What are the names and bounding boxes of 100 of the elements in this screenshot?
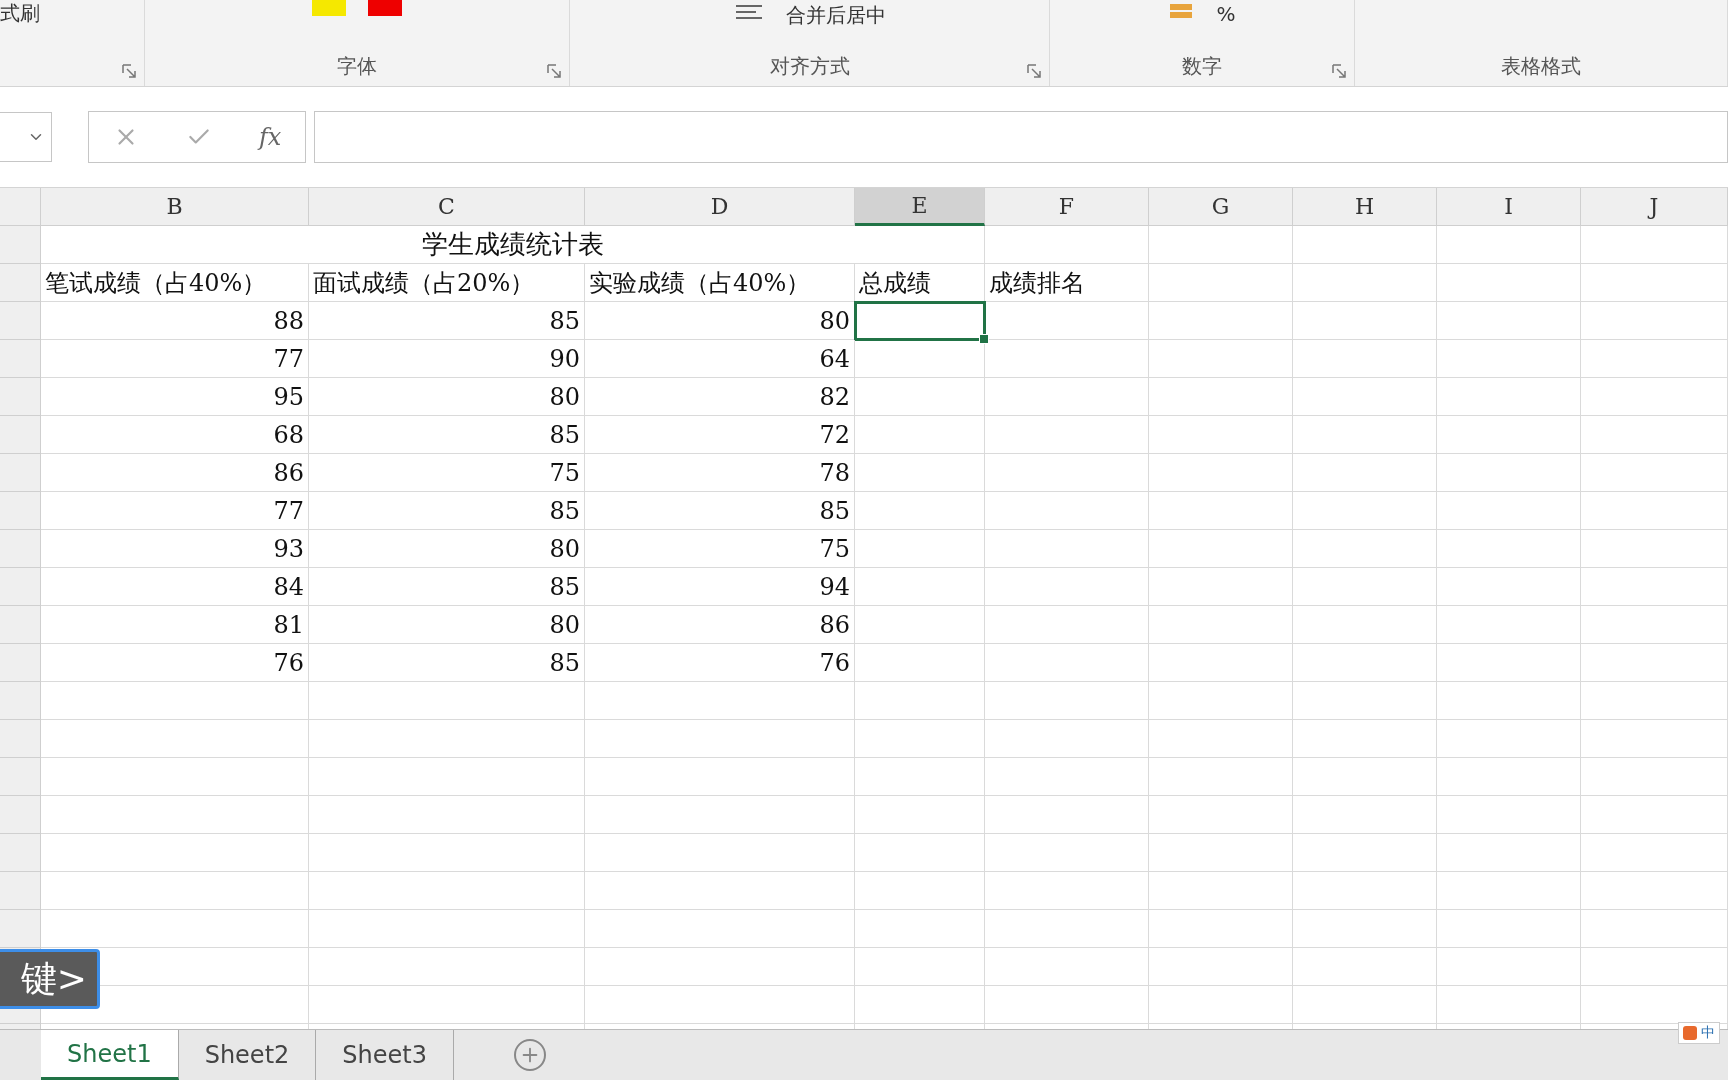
grid-cell[interactable] xyxy=(1437,568,1581,606)
add-sheet-button[interactable] xyxy=(513,1039,546,1071)
grid-cell[interactable] xyxy=(855,910,985,948)
grid-cell[interactable] xyxy=(1581,606,1728,644)
grid-cell[interactable] xyxy=(1437,644,1581,682)
grid-cell[interactable] xyxy=(1437,910,1581,948)
grid-cell[interactable] xyxy=(1149,530,1293,568)
grid-cell[interactable] xyxy=(1293,568,1437,606)
grid-cell[interactable] xyxy=(855,834,985,872)
grid-cell[interactable] xyxy=(1149,340,1293,378)
grid-cell[interactable] xyxy=(985,910,1149,948)
grid-cell[interactable] xyxy=(855,720,985,758)
font-color-icon[interactable] xyxy=(368,0,402,16)
fill-color-icon[interactable] xyxy=(312,0,346,16)
grid-cell[interactable] xyxy=(1437,720,1581,758)
grid-cell[interactable] xyxy=(855,644,985,682)
grid-cell[interactable] xyxy=(309,758,585,796)
grid-cell[interactable] xyxy=(1293,264,1437,302)
grid-cell[interactable] xyxy=(1581,416,1728,454)
grid-cell[interactable] xyxy=(41,910,309,948)
grid-cell[interactable] xyxy=(1581,720,1728,758)
grid-cell[interactable] xyxy=(985,948,1149,986)
grid-cell[interactable] xyxy=(985,644,1149,682)
grid-cell[interactable] xyxy=(985,226,1149,264)
formula-input[interactable] xyxy=(314,111,1728,163)
grid-cell[interactable] xyxy=(985,682,1149,720)
grid-cell[interactable] xyxy=(985,872,1149,910)
grid-cell[interactable] xyxy=(855,606,985,644)
grid-cell[interactable] xyxy=(985,758,1149,796)
grid-cell[interactable] xyxy=(1581,530,1728,568)
grid-cell[interactable] xyxy=(1581,492,1728,530)
grid-cell[interactable] xyxy=(585,872,855,910)
grid-cell[interactable] xyxy=(1293,720,1437,758)
grid-cell[interactable] xyxy=(585,758,855,796)
grid-cell[interactable] xyxy=(1149,682,1293,720)
grid-cell[interactable] xyxy=(1437,264,1581,302)
row-header[interactable] xyxy=(0,340,41,378)
grid-cell[interactable] xyxy=(1437,682,1581,720)
grid-cell[interactable] xyxy=(585,720,855,758)
column-header[interactable]: B xyxy=(41,188,309,226)
row-header[interactable] xyxy=(0,720,41,758)
grid-cell[interactable] xyxy=(1293,796,1437,834)
grid-cell[interactable] xyxy=(855,568,985,606)
grid-cell[interactable] xyxy=(1581,910,1728,948)
column-header[interactable]: C xyxy=(309,188,585,226)
grid-cell[interactable] xyxy=(1149,758,1293,796)
row-header[interactable] xyxy=(0,226,41,264)
column-header[interactable]: H xyxy=(1293,188,1437,226)
grid-cell[interactable] xyxy=(985,416,1149,454)
grid-cell[interactable] xyxy=(41,720,309,758)
grid-cell[interactable] xyxy=(985,568,1149,606)
grid-cell[interactable] xyxy=(985,378,1149,416)
grid-cell[interactable] xyxy=(1149,606,1293,644)
row-header[interactable] xyxy=(0,910,41,948)
grid-cell[interactable] xyxy=(1581,758,1728,796)
grid-cell[interactable] xyxy=(985,530,1149,568)
grid-cell[interactable] xyxy=(1149,416,1293,454)
format-painter-button[interactable]: 式刷 xyxy=(0,0,40,27)
grid-cell[interactable] xyxy=(1149,796,1293,834)
grid-cell[interactable] xyxy=(309,834,585,872)
merge-center-button[interactable]: 合并后居中 xyxy=(785,2,886,29)
grid-cell[interactable] xyxy=(1149,302,1293,340)
column-header[interactable]: D xyxy=(585,188,855,226)
grid-cell[interactable] xyxy=(1293,834,1437,872)
grid-cell[interactable] xyxy=(585,910,855,948)
grid-cell[interactable] xyxy=(585,796,855,834)
grid-cell[interactable] xyxy=(1581,872,1728,910)
grid-cell[interactable] xyxy=(1149,492,1293,530)
grid-cell[interactable] xyxy=(41,682,309,720)
grid-cell[interactable] xyxy=(985,720,1149,758)
grid-cell[interactable] xyxy=(1293,682,1437,720)
grid-cell[interactable] xyxy=(1437,758,1581,796)
row-header[interactable] xyxy=(0,492,41,530)
grid-cell[interactable] xyxy=(985,606,1149,644)
grid-cell[interactable] xyxy=(1293,530,1437,568)
grid-cell[interactable] xyxy=(1581,834,1728,872)
grid-cell[interactable] xyxy=(1149,264,1293,302)
grid-cell[interactable] xyxy=(1437,454,1581,492)
sheet-tab[interactable]: Sheet3 xyxy=(316,1030,454,1080)
grid-cell[interactable] xyxy=(309,872,585,910)
sheet-tab[interactable]: Sheet1 xyxy=(41,1030,179,1080)
row-header[interactable] xyxy=(0,644,41,682)
grid-cell[interactable] xyxy=(309,796,585,834)
dialog-launcher-icon[interactable] xyxy=(122,64,136,78)
grid-cell[interactable] xyxy=(985,340,1149,378)
grid-cell[interactable] xyxy=(1293,948,1437,986)
grid-cell[interactable] xyxy=(1437,302,1581,340)
grid-cell[interactable] xyxy=(855,416,985,454)
select-all-corner[interactable] xyxy=(0,188,41,226)
grid-cell[interactable] xyxy=(1437,378,1581,416)
dialog-launcher-icon[interactable] xyxy=(1027,64,1041,78)
dialog-launcher-icon[interactable] xyxy=(547,64,561,78)
grid-cell[interactable] xyxy=(1437,530,1581,568)
grid-cell[interactable] xyxy=(985,986,1149,1024)
grid-cell[interactable] xyxy=(1437,948,1581,986)
row-header[interactable] xyxy=(0,530,41,568)
dialog-launcher-icon[interactable] xyxy=(1332,64,1346,78)
grid-cell[interactable] xyxy=(1149,834,1293,872)
grid-cell[interactable] xyxy=(309,948,585,986)
function-button[interactable]: fx xyxy=(258,123,282,151)
